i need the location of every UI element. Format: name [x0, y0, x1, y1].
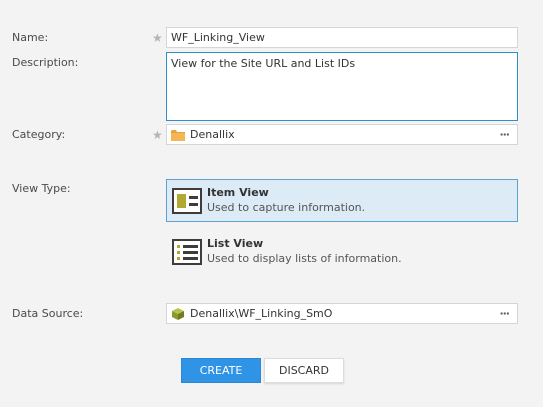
name-input-value: WF_Linking_View — [171, 31, 265, 44]
name-input[interactable]: WF_Linking_View — [166, 27, 518, 48]
create-button[interactable]: CREATE — [181, 358, 261, 383]
description-textarea[interactable]: View for the Site URL and List IDs — [166, 52, 518, 121]
description-label: Description: — [12, 56, 79, 69]
view-type-item-view[interactable]: Item View Used to capture information. — [166, 179, 518, 222]
category-browse-button[interactable]: ··· — [499, 127, 510, 140]
description-textarea-value: View for the Site URL and List IDs — [171, 57, 356, 70]
required-star-icon: ★ — [152, 128, 163, 142]
data-source-label: Data Source: — [12, 307, 84, 320]
item-view-title: Item View — [207, 186, 269, 199]
discard-button[interactable]: DISCARD — [264, 358, 344, 383]
data-source-browse-button[interactable]: ··· — [499, 306, 510, 319]
view-type-label: View Type: — [12, 182, 71, 195]
data-source-value: Denallix\WF_Linking_SmO — [190, 307, 333, 320]
item-view-description: Used to capture information. — [207, 201, 366, 214]
name-label: Name: — [12, 31, 49, 44]
data-source-picker[interactable]: Denallix\WF_Linking_SmO ··· — [166, 303, 518, 324]
view-type-list-view[interactable]: List View Used to display lists of infor… — [166, 230, 518, 273]
list-view-description: Used to display lists of information. — [207, 252, 402, 265]
category-value: Denallix — [190, 128, 235, 141]
item-view-icon — [172, 187, 202, 214]
list-view-icon — [172, 238, 202, 265]
list-view-title: List View — [207, 237, 264, 250]
smartobject-icon — [172, 307, 184, 320]
required-star-icon: ★ — [152, 31, 163, 45]
category-picker[interactable]: Denallix ··· — [166, 124, 518, 145]
folder-icon — [171, 129, 185, 141]
category-label: Category: — [12, 128, 66, 141]
